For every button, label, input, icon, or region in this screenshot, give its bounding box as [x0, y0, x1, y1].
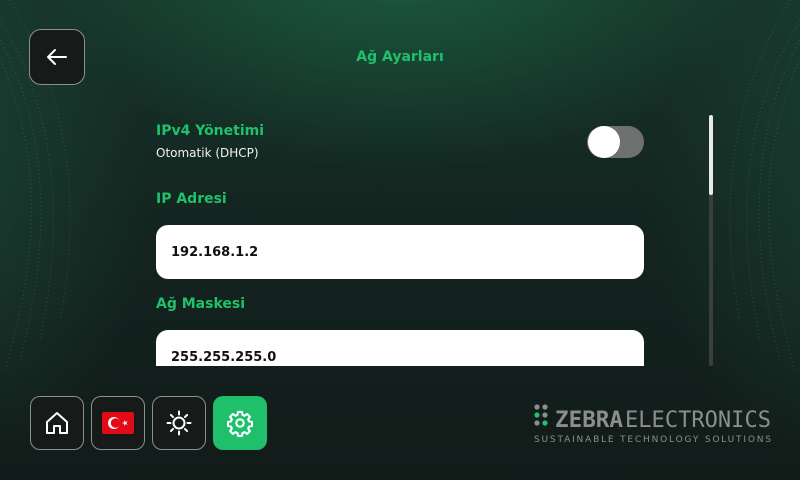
settings-list[interactable]: IPv4 Yönetimi Otomatik (DHCP) IP Adresi …: [156, 115, 644, 366]
scrollbar[interactable]: [709, 115, 713, 366]
home-icon: [46, 412, 68, 434]
scrollbar-thumb[interactable]: [709, 115, 713, 195]
brightness-button[interactable]: [152, 396, 206, 450]
logo-name-light: ELECTRONICS: [625, 408, 771, 433]
home-button[interactable]: [30, 396, 84, 450]
ipv4-label: IPv4 Yönetimi: [156, 123, 265, 139]
brightness-icon: [166, 410, 192, 436]
ip-address-label: IP Adresi: [156, 191, 227, 207]
zebra-electronics-logo: ZEBRA ELECTRONICS SUSTAINABLE TECHNOLOGY…: [534, 404, 771, 445]
turkey-flag-icon: [102, 412, 134, 434]
toggle-knob: [588, 126, 620, 158]
page-title: Ağ Ayarları: [356, 49, 444, 65]
subnet-mask-label: Ağ Maskesi: [156, 296, 246, 312]
logo-tagline: SUSTAINABLE TECHNOLOGY SOLUTIONS: [534, 435, 771, 445]
logo-name-bold: ZEBRA: [555, 408, 623, 433]
settings-button[interactable]: [213, 396, 267, 450]
language-button[interactable]: [91, 396, 145, 450]
zebra-logo-mark: [534, 404, 548, 426]
ipv4-mode: Otomatik (DHCP): [156, 146, 259, 160]
ipv4-toggle[interactable]: [587, 126, 644, 158]
ip-address-field[interactable]: 192.168.1.2: [156, 225, 644, 279]
subnet-mask-value: 255.255.255.0: [171, 349, 277, 365]
subnet-mask-field[interactable]: 255.255.255.0: [156, 330, 644, 366]
gear-icon: [226, 410, 254, 437]
ip-address-value: 192.168.1.2: [171, 244, 259, 260]
